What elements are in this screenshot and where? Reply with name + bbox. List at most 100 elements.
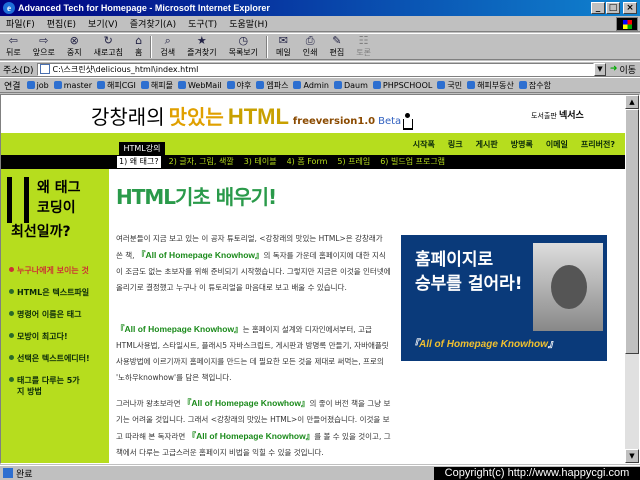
windows-logo-icon [616,17,638,31]
close-button[interactable]: × [623,2,637,14]
book-ad-banner[interactable]: 홈페이지로 승부를 걸어라! 『All of Homepage Knowhow』 [401,235,607,361]
scroll-down-icon[interactable]: ▼ [625,449,639,463]
home-button[interactable]: ⌂ 홈 [129,34,148,60]
paragraph: 그러나까 왕초보라면 『All of Homepage Knowhow』의 좋이… [116,398,391,457]
tab-text-image-color[interactable]: 2) 글자, 그림, 색깔 [167,156,236,168]
refresh-icon: ↻ [103,34,113,47]
link-icon [372,81,381,89]
favorites-icon: ★ [196,34,207,47]
link-master[interactable]: master [52,81,95,90]
menu-view[interactable]: 보기(V) [82,17,124,30]
mail-button[interactable]: ✉ 메일 [270,34,297,60]
bullet-icon [9,377,14,382]
discuss-icon: ☷ [358,34,369,47]
link-japsuham[interactable]: 잡수함 [517,80,554,91]
link-icon [226,81,235,89]
link-admin[interactable]: Admin [291,81,332,90]
link-icon [467,81,476,89]
menu-file[interactable]: 파일(F) [0,17,41,30]
nav-board[interactable]: 게시판 [476,139,498,150]
link-icon [518,81,527,89]
scroll-thumb[interactable] [625,109,639,354]
favorites-button[interactable]: ★ 즐겨찾기 [181,34,222,60]
edit-icon: ✎ [332,34,342,47]
link-happycgi[interactable]: 해피CGI [95,80,139,91]
book-title-link: 『All of Homepage Knowhow』 [182,398,310,408]
tab-buildup[interactable]: 6) 빌드업 프로그램 [378,156,447,168]
back-button[interactable]: ⇦ 뒤로 [0,34,27,60]
menu-favorites[interactable]: 즐겨찾기(A) [124,17,182,30]
menu-tools[interactable]: 도구(T) [182,17,223,30]
link-happy-realestate[interactable]: 해피부동산 [465,80,517,91]
sidebar-item[interactable]: 선택은 텍스트에디터! [9,353,107,364]
nav-email[interactable]: 이메일 [546,139,568,150]
sidebar-item[interactable]: 모방이 최고다! [9,331,107,342]
sidebar-list: 누구나에게 보이는 것 HTML은 텍스트파일 명령어 이름은 태그 모방이 최… [9,265,107,408]
tab-frame[interactable]: 5) 프레임 [335,156,372,168]
menu-help[interactable]: 도움말(H) [223,17,274,30]
scroll-up-icon[interactable]: ▲ [625,95,639,109]
toolbar: ⇦ 뒤로 ⇨ 앞으로 ⊗ 중지 ↻ 새로고침 ⌂ 홈 ⌕ 검색 ★ 즐겨찾기 ◷ 목록보기 ✉ 메… [0,33,640,60]
tab-table[interactable]: 3) 테이블 [242,156,279,168]
edit-button[interactable]: ✎ 편집 [324,34,351,60]
link-icon [437,81,446,89]
address-bar: 주소(D) C:\스크린샷\delicious_html\index.html … [0,61,640,77]
publisher-logo[interactable]: 도서출판 넥서스 [531,108,584,121]
address-dropdown[interactable]: ▼ [593,62,606,76]
nav-links[interactable]: 링크 [448,139,463,150]
stop-icon: ⊗ [69,34,79,47]
book-title-link: 『All of Homepage Knowhow』 [187,431,315,441]
nav-freeversion[interactable]: 프리버전? [581,139,615,150]
copyright-banner: Copyright(c) http://www.happycgi.com [434,467,640,480]
minimize-button[interactable]: _ [591,2,605,14]
print-icon: ⎙ [305,34,315,47]
forward-button[interactable]: ⇨ 앞으로 [27,34,61,60]
link-job[interactable]: job [25,81,52,90]
link-icon [256,81,265,89]
page-icon [39,64,50,74]
link-icon [177,81,186,89]
lesson-tabs: 1) 왜 태그? 2) 글자, 그림, 색깔 3) 테이블 4) 폼 Form … [117,156,447,168]
bullet-icon [9,267,14,272]
search-button[interactable]: ⌕ 검색 [154,34,181,60]
sidebar-item[interactable]: 누구나에게 보이는 것 [9,265,107,276]
sidebar-item[interactable]: 명령어 이름은 태그 [9,309,107,320]
print-button[interactable]: ⎙ 인쇄 [297,34,324,60]
link-yahoo[interactable]: 야후 [225,80,255,91]
discuss-button[interactable]: ☷ 토론 [350,34,377,60]
site-logo[interactable]: 강창래의 맛있는 HTML freeversion1.0 Beta [91,101,401,130]
tab-why-tags[interactable]: 1) 왜 태그? [117,156,161,168]
author-photo [533,243,603,331]
go-button[interactable]: ➜ 이동 [606,63,640,76]
bullet-icon [9,333,14,338]
sidebar-item[interactable]: HTML은 텍스트파일 [9,287,107,298]
bullet-icon [9,289,14,294]
stop-button[interactable]: ⊗ 중지 [61,34,88,60]
top-nav-bar: 시작폭 링크 게시판 방명록 이메일 프리버전? [1,133,625,155]
nav-start[interactable]: 시작폭 [413,139,435,150]
sidebar-item[interactable]: 태그를 다루는 5가지 방법 [9,375,107,397]
menu-edit[interactable]: 편집(E) [41,17,82,30]
link-icon [96,81,105,89]
maximize-button[interactable]: □ [606,2,620,14]
html-lecture-label: HTML강의 [119,142,165,155]
links-label: 연결 [4,81,21,92]
link-phpschool[interactable]: PHPSCHOOL [371,81,435,90]
link-empas[interactable]: 엠파스 [254,80,291,91]
link-happymall[interactable]: 해피몰 [139,80,176,91]
title-bar: e Advanced Tech for Homepage - Microsoft… [0,0,640,16]
link-daum[interactable]: Daum [332,81,371,90]
vertical-scrollbar[interactable]: ▲ ▼ [625,95,639,463]
nav-guestbook[interactable]: 방명록 [511,139,533,150]
tab-form[interactable]: 4) 폼 Form [285,156,330,168]
link-kookmin[interactable]: 국민 [435,80,465,91]
page-status-icon [3,468,13,478]
history-button[interactable]: ◷ 목록보기 [223,34,264,60]
web-content: 강창래의 맛있는 HTML freeversion1.0 Beta 도서출판 넥… [0,94,640,464]
refresh-button[interactable]: ↻ 새로고침 [88,34,129,60]
toolbar-separator [266,35,269,58]
link-webmail[interactable]: WebMail [176,81,225,90]
address-input[interactable]: C:\스크린샷\delicious_html\index.html [36,62,594,76]
book-title-link: 『All of Homepage Knowhow』 [136,250,264,260]
link-icon [140,81,149,89]
